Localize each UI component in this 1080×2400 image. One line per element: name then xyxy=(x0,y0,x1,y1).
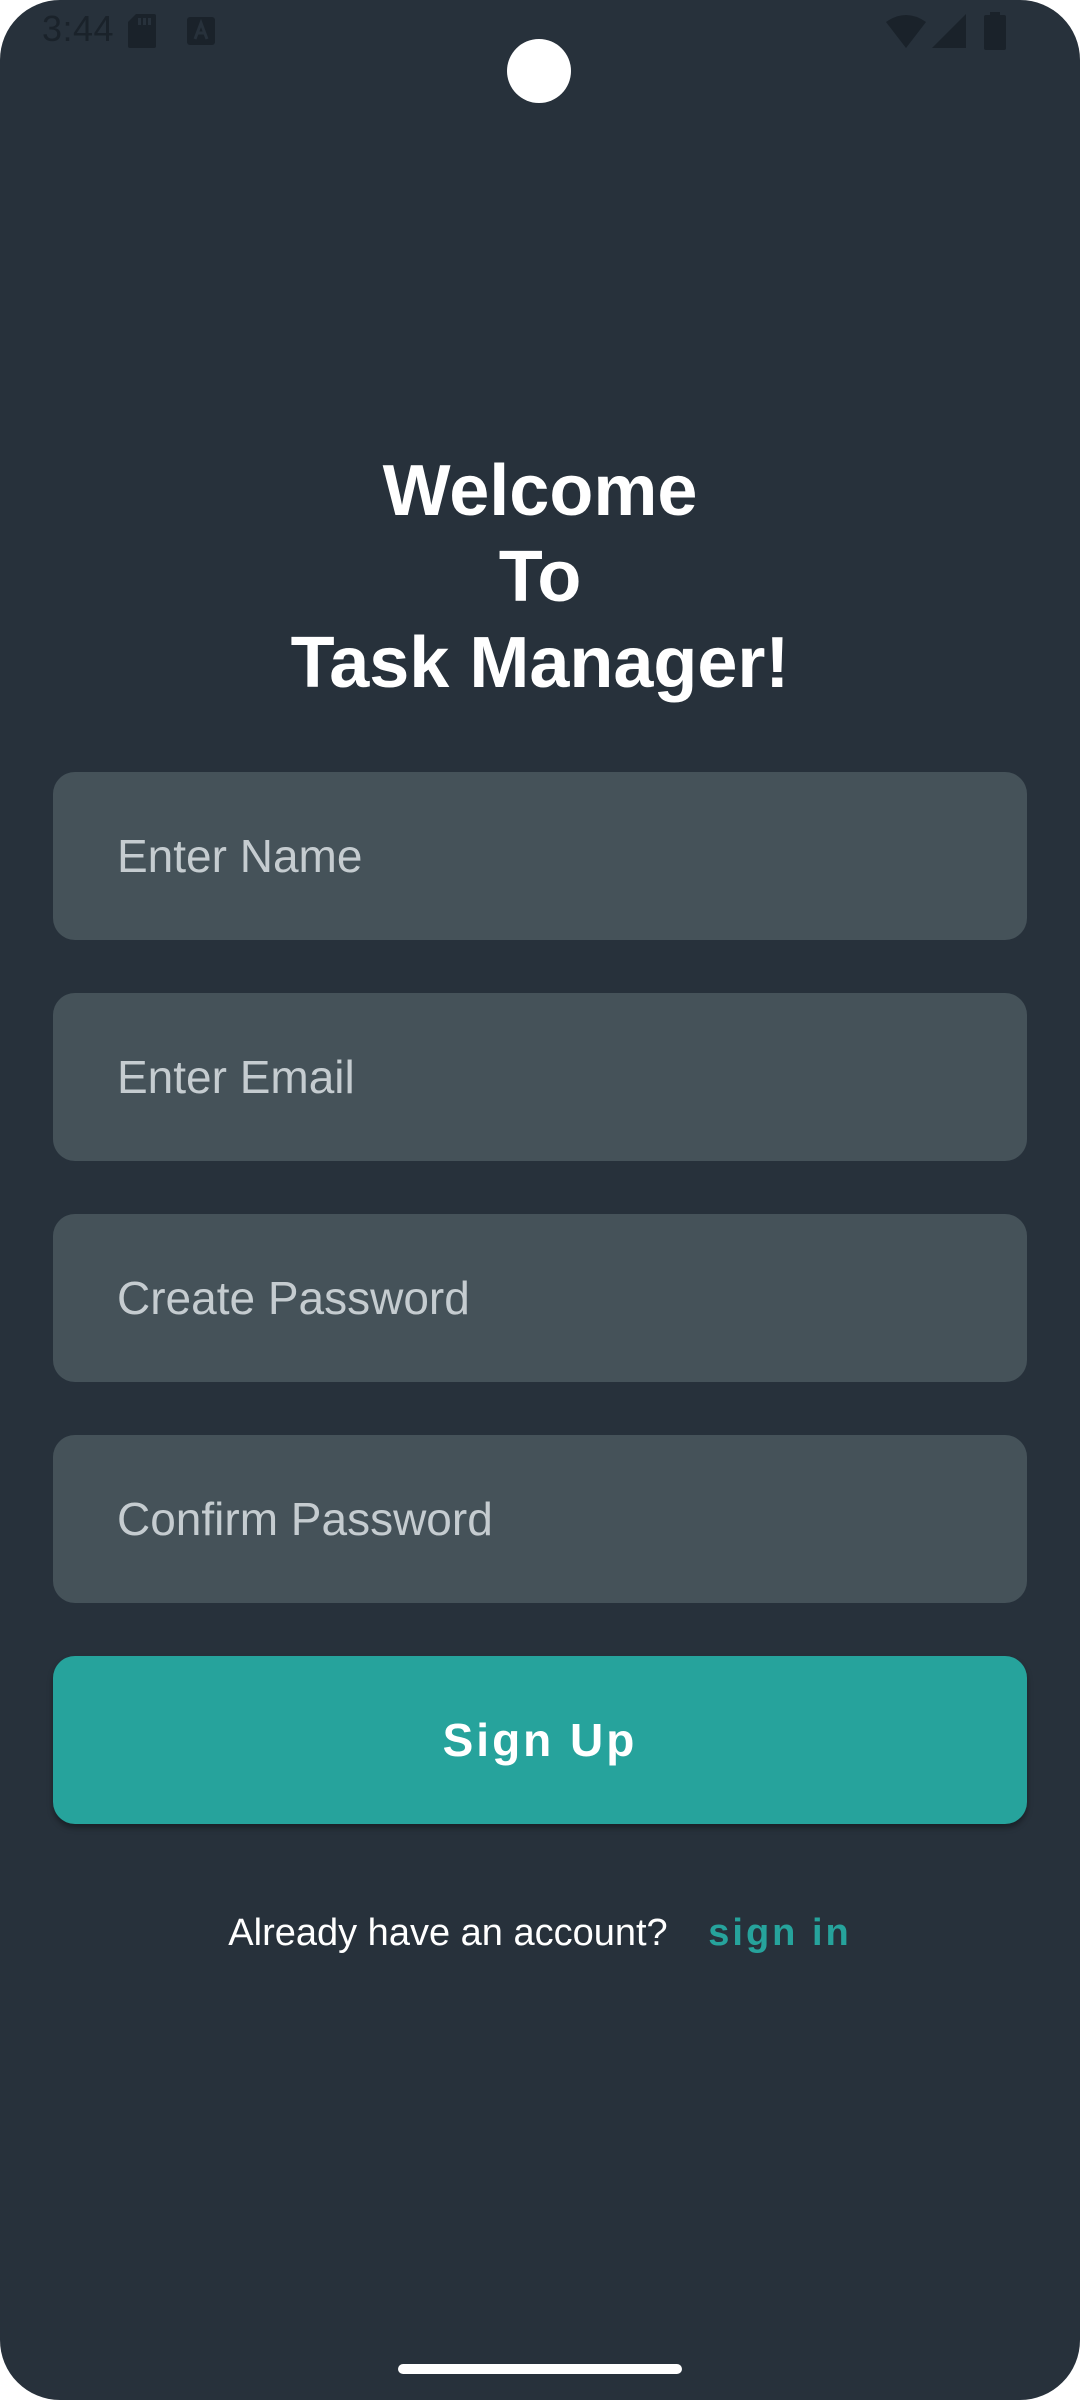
status-time: 3:44 xyxy=(42,8,115,49)
confirm-password-input[interactable] xyxy=(53,1435,1027,1603)
a-icon xyxy=(187,17,215,45)
sign-up-button[interactable]: Sign Up xyxy=(53,1656,1027,1824)
wifi-icon xyxy=(886,15,926,48)
account-prompt-text: Already have an account? xyxy=(228,1912,668,1954)
name-field xyxy=(53,772,1027,940)
title-line-1: Welcome xyxy=(382,451,698,531)
sign-in-prompt: Already have an account? sign in xyxy=(0,1912,1080,1955)
password-field xyxy=(53,1214,1027,1382)
name-input[interactable] xyxy=(53,772,1027,940)
signup-screen: 3:44 Welcome To Task Manager! Enter Name… xyxy=(0,0,1080,2400)
confirm-password-field xyxy=(53,1435,1027,1603)
email-input[interactable] xyxy=(53,993,1027,1161)
sign-in-link[interactable]: sign in xyxy=(708,1912,851,1954)
title-line-3: Task Manager! xyxy=(290,623,790,703)
home-indicator[interactable] xyxy=(398,2364,682,2374)
sd-card-icon xyxy=(128,14,156,48)
page-title: Welcome To Task Manager! xyxy=(0,448,1080,706)
camera-cutout xyxy=(507,39,571,103)
create-password-input[interactable] xyxy=(53,1214,1027,1382)
battery-icon xyxy=(984,12,1006,50)
title-line-2: To xyxy=(498,537,582,617)
email-field xyxy=(53,993,1027,1161)
signal-icon xyxy=(932,14,966,48)
